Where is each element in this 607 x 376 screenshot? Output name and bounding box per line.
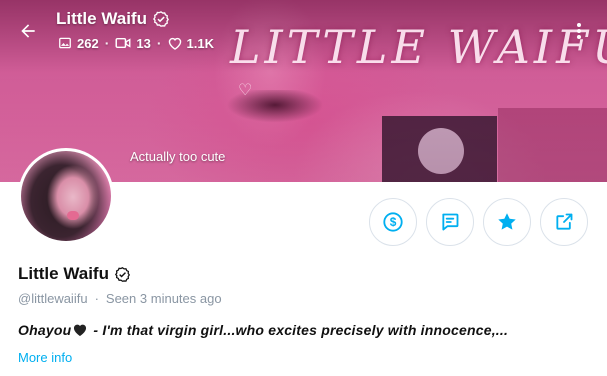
bio-greeting: Ohayou <box>18 322 72 338</box>
cover-heart-icon: ♡ <box>238 82 253 99</box>
arrow-left-icon <box>21 24 35 38</box>
dollar-icon: $ <box>383 212 403 232</box>
videos-stat: 13 <box>115 35 151 51</box>
avatar-detail <box>67 211 79 220</box>
header-title: Little Waifu <box>56 9 147 28</box>
videos-count: 13 <box>136 35 151 51</box>
message-icon <box>442 213 459 231</box>
bio-text: - I'm that virgin girl...who excites pre… <box>89 322 509 338</box>
profile-name-row: Little Waifu <box>18 264 131 284</box>
verified-badge-icon <box>114 266 130 282</box>
video-icon <box>115 37 131 49</box>
profile-meta: @littlewaiifu · Seen 3 minutes ago <box>18 291 222 306</box>
avatar[interactable] <box>18 148 114 244</box>
message-button[interactable] <box>426 198 474 246</box>
more-info-link[interactable]: More info <box>18 350 72 365</box>
svg-text:$: $ <box>390 215 397 229</box>
favorite-button[interactable] <box>483 198 531 246</box>
header-stats: 262 · 13 · 1.1K <box>58 35 214 51</box>
more-options-button[interactable] <box>570 18 588 44</box>
share-button[interactable] <box>540 198 588 246</box>
share-icon <box>556 213 573 230</box>
profile-bio: Ohayou - I'm that virgin girl...who exci… <box>18 322 598 338</box>
last-seen-time: 3 minutes ago <box>139 291 222 306</box>
likes-stat: 1.1K <box>168 36 214 51</box>
photos-stat: 262 <box>58 36 99 51</box>
cover-caption: Actually too cute <box>130 149 226 164</box>
back-button[interactable] <box>14 17 42 45</box>
kebab-menu-icon <box>577 23 581 39</box>
separator-dot: · <box>94 291 99 306</box>
avatar-image <box>21 151 111 241</box>
likes-count: 1.1K <box>186 35 214 51</box>
separator-dot: · <box>156 35 162 51</box>
image-icon <box>59 37 71 49</box>
black-heart-icon <box>74 324 87 337</box>
tip-button[interactable]: $ <box>369 198 417 246</box>
last-seen-label: Seen <box>105 291 137 306</box>
last-seen: Seen 3 minutes ago <box>106 291 222 306</box>
profile-handle: @littlewaiifu <box>18 291 88 306</box>
profile-header: Little Waifu 262 · 13 · 1.1K <box>0 0 607 60</box>
profile-name: Little Waifu <box>18 264 109 283</box>
star-icon <box>498 213 516 230</box>
photos-count: 262 <box>77 35 99 51</box>
verified-badge-icon <box>152 11 169 27</box>
heart-icon <box>168 37 181 50</box>
header-title-row: Little Waifu <box>56 9 170 29</box>
separator-dot: · <box>104 35 110 51</box>
profile-actions: $ <box>369 198 588 246</box>
